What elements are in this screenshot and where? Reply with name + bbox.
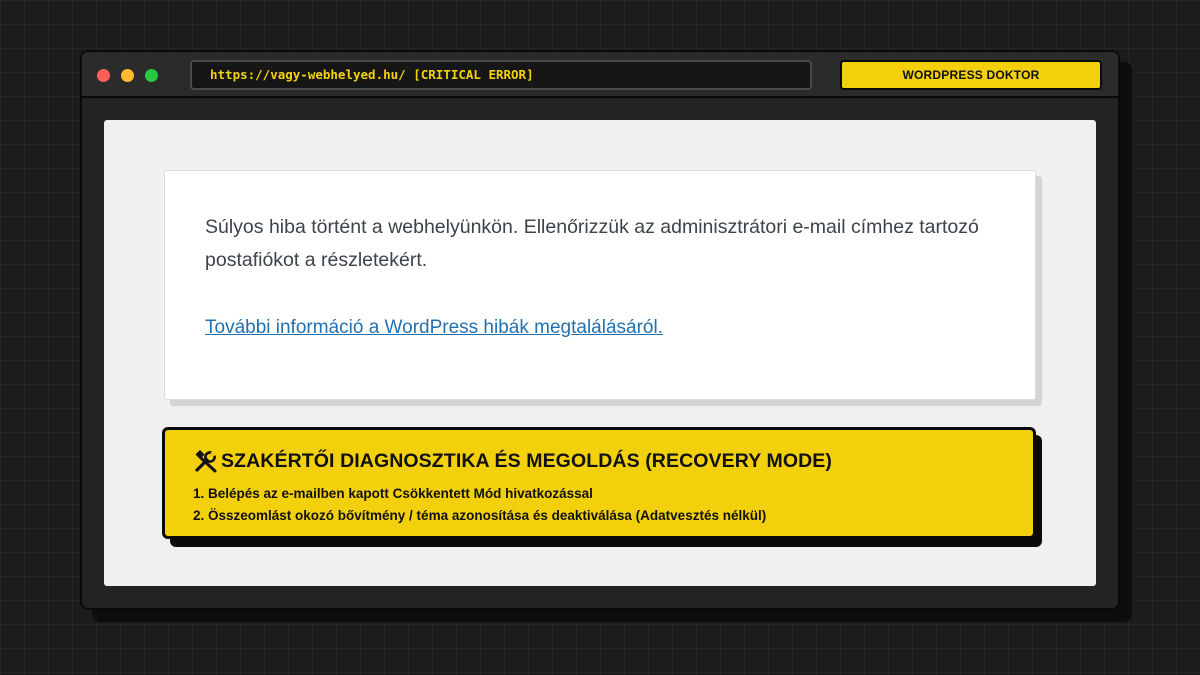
maximize-window-button[interactable] [145,69,158,82]
tools-icon [193,448,219,474]
browser-titlebar: https://vagy-webhelyed.hu/ [CRITICAL ERR… [82,52,1118,98]
page-viewport: Súlyos hiba történt a webhelyünkön. Elle… [104,120,1096,586]
close-window-button[interactable] [97,69,110,82]
diagnostics-title: SZAKÉRTŐI DIAGNOSZTIKA ÉS MEGOLDÁS (RECO… [221,450,832,472]
minimize-window-button[interactable] [121,69,134,82]
diagnostics-step: 2. Összeomlást okozó bővítmény / téma az… [193,508,767,523]
diagnostics-steps: 1. Belépés az e-mailben kapott Csökkente… [193,483,1005,527]
diagnostics-box: SZAKÉRTŐI DIAGNOSZTIKA ÉS MEGOLDÁS (RECO… [162,427,1036,539]
error-message: Súlyos hiba történt a webhelyünkön. Elle… [205,216,979,271]
wordpress-debugging-link[interactable]: További információ a WordPress hibák meg… [205,317,663,339]
browser-window: https://vagy-webhelyed.hu/ [CRITICAL ERR… [80,50,1120,610]
address-bar[interactable]: https://vagy-webhelyed.hu/ [CRITICAL ERR… [190,60,812,90]
diagnostics-step: 1. Belépés az e-mailben kapott Csökkente… [193,486,593,501]
critical-error-card: Súlyos hiba történt a webhelyünkön. Elle… [164,170,1036,400]
wordpress-doktor-button[interactable]: WORDPRESS DOKTOR [840,60,1102,90]
diagnostics-title-row: SZAKÉRTŐI DIAGNOSZTIKA ÉS MEGOLDÁS (RECO… [193,448,1005,474]
